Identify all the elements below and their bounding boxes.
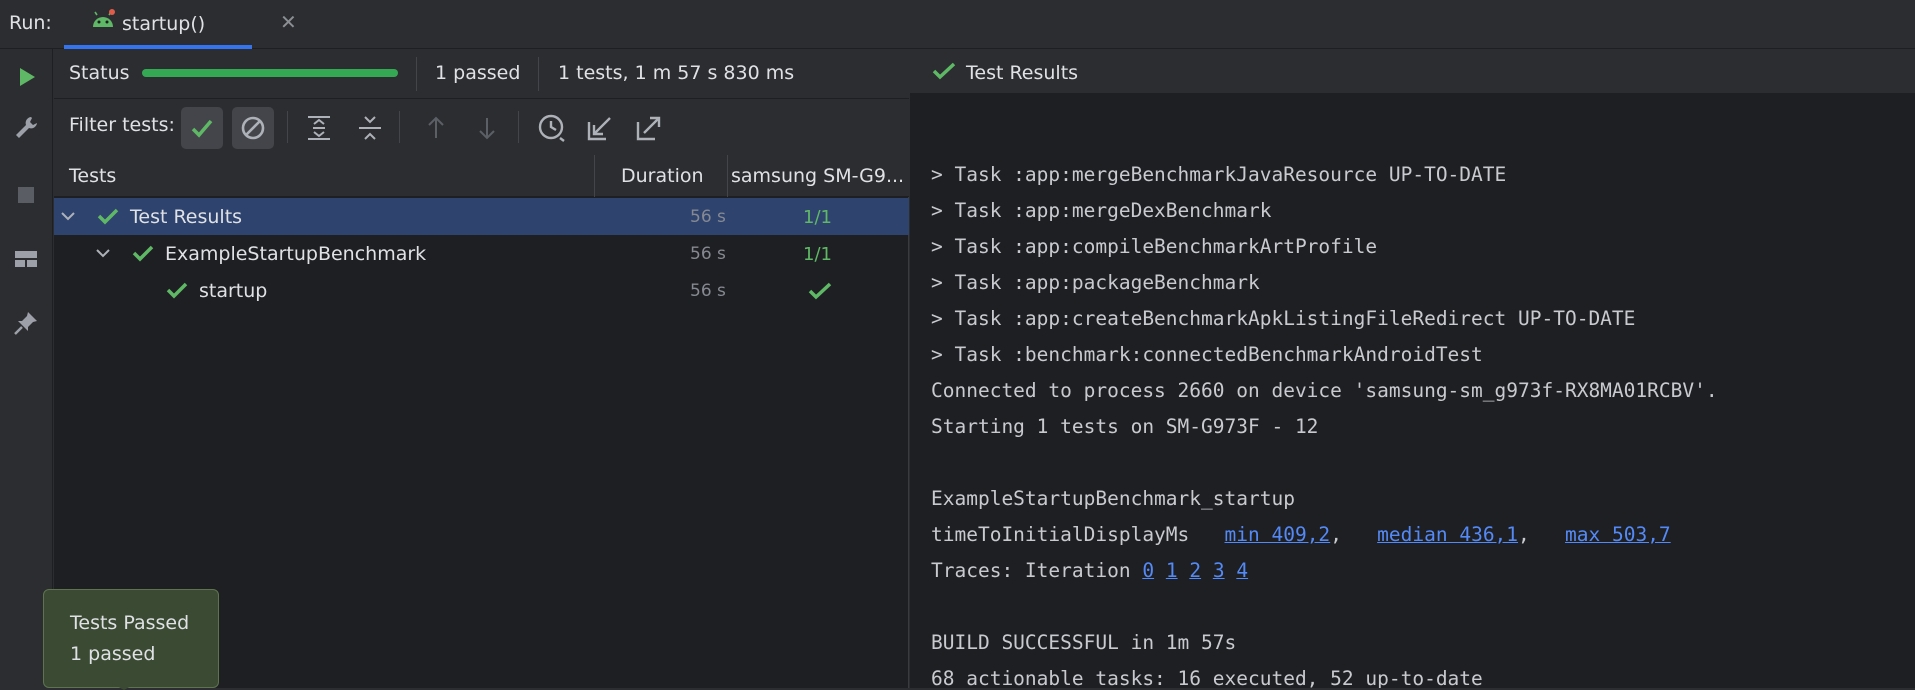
stop-icon[interactable]	[12, 181, 40, 209]
run-label: Run:	[9, 12, 52, 34]
test-progress-fill	[142, 69, 398, 77]
column-duration[interactable]: Duration	[621, 165, 704, 187]
column-divider[interactable]	[594, 155, 595, 197]
metric-separator: ,	[1330, 523, 1378, 546]
metric-max-link[interactable]: max 503,7	[1565, 523, 1671, 546]
layout-icon[interactable]	[12, 245, 40, 273]
collapse-all-icon[interactable]	[354, 112, 386, 144]
history-icon[interactable]	[536, 112, 568, 144]
notification-pointer	[110, 682, 138, 690]
console-line: ExampleStartupBenchmark_startup	[931, 487, 1295, 510]
divider	[399, 111, 400, 143]
status-row: Status 1 passed 1 tests, 1 m 57 s 830 ms	[54, 49, 909, 99]
metric-min-link[interactable]: min 409,2	[1225, 523, 1331, 546]
tests-summary: 1 tests, 1 m 57 s 830 ms	[558, 62, 795, 84]
console-line: > Task :app:createBenchmarkApkListingFil…	[931, 307, 1636, 330]
metric-pad	[1189, 523, 1224, 546]
tree-row-ratio: 1/1	[803, 244, 832, 265]
console-line: > Task :app:mergeBenchmarkJavaResource U…	[931, 163, 1507, 186]
console-line: > Task :app:compileBenchmarkArtProfile	[931, 235, 1378, 258]
tree-row-label: ExampleStartupBenchmark	[165, 243, 427, 265]
console-line: Connected to process 2660 on device 'sam…	[931, 379, 1718, 402]
console-line: > Task :app:mergeDexBenchmark	[931, 199, 1272, 222]
metric-line: timeToInitialDisplayMs min 409,2, median…	[931, 523, 1671, 559]
show-ignored-icon	[241, 116, 265, 140]
console-panel: > Task :app:dexBuilderBenchmark > Task :…	[910, 49, 1915, 688]
export-tests-icon[interactable]	[633, 112, 665, 144]
tab-title: startup()	[122, 13, 206, 35]
show-ignored-button[interactable]	[232, 107, 274, 149]
notification-subtitle: 1 passed	[70, 643, 156, 665]
check-icon	[166, 282, 188, 299]
tree-row-ratio: 1/1	[803, 207, 832, 228]
filter-toolbar: Filter tests:	[54, 99, 909, 155]
run-toolwindow-tabbar: Run: startup() ✕	[0, 0, 1915, 49]
next-test-icon[interactable]	[471, 112, 503, 144]
tree-column-header: Tests Duration samsung SM-G9...	[54, 155, 909, 197]
trace-iteration-link[interactable]: 3	[1213, 559, 1225, 582]
metric-name: timeToInitialDisplayMs	[931, 523, 1190, 546]
column-tests[interactable]: Tests	[69, 165, 116, 187]
divider	[287, 111, 288, 143]
column-divider[interactable]	[727, 155, 728, 197]
import-tests-icon[interactable]	[584, 112, 616, 144]
trace-iteration-link[interactable]: 2	[1189, 559, 1201, 582]
tree-row-test-results[interactable]: Test Results 56 s 1/1	[54, 198, 909, 235]
trace-iteration-link[interactable]: 4	[1236, 559, 1248, 582]
chevron-down-icon[interactable]	[60, 208, 76, 224]
tree-row-duration: 56 s	[690, 207, 726, 227]
console-line: > Task :app:packageBenchmark	[931, 271, 1260, 294]
console-line: Starting 1 tests on SM-G973F - 12	[931, 415, 1319, 438]
metric-median-link[interactable]: median 436,1	[1377, 523, 1518, 546]
divider	[518, 111, 519, 143]
column-device[interactable]: samsung SM-G9...	[731, 165, 907, 187]
console-line: 68 actionable tasks: 16 executed, 52 up-…	[931, 667, 1483, 688]
trace-iteration-link[interactable]: 0	[1142, 559, 1154, 582]
close-icon[interactable]: ✕	[280, 10, 297, 34]
chevron-down-icon[interactable]	[95, 245, 111, 261]
tree-row-label: Test Results	[130, 206, 243, 228]
divider	[416, 57, 417, 91]
status-label: Status	[69, 62, 130, 84]
console-title: Test Results	[966, 62, 1079, 84]
show-passed-button[interactable]	[181, 107, 223, 149]
android-icon	[93, 9, 115, 27]
check-icon	[932, 62, 956, 80]
tree-row-duration: 56 s	[690, 244, 726, 264]
tree-row-duration: 56 s	[690, 281, 726, 301]
device-passed-check-icon	[808, 282, 832, 300]
console-line: > Task :benchmark:connectedBenchmarkAndr…	[931, 343, 1483, 366]
pin-icon[interactable]	[12, 309, 40, 337]
expand-all-icon[interactable]	[303, 112, 335, 144]
rerun-icon[interactable]	[12, 63, 40, 91]
check-icon	[97, 208, 119, 225]
previous-test-icon[interactable]	[420, 112, 452, 144]
show-passed-icon	[191, 119, 213, 138]
console-header: Test Results	[910, 49, 1915, 93]
check-icon	[132, 245, 154, 262]
tests-passed-notification[interactable]: Tests Passed 1 passed	[43, 589, 219, 688]
filter-label: Filter tests:	[69, 114, 175, 136]
metric-separator: ,	[1518, 523, 1566, 546]
tree-row-example-startup-benchmark[interactable]: ExampleStartupBenchmark 56 s 1/1	[54, 235, 909, 272]
traces-label: Traces: Iteration	[931, 559, 1143, 582]
tree-row-startup[interactable]: startup 56 s	[54, 272, 909, 309]
console-line: BUILD SUCCESSFUL in 1m 57s	[931, 631, 1237, 654]
notification-title: Tests Passed	[70, 612, 190, 634]
tree-row-label: startup	[199, 280, 268, 302]
wrench-icon[interactable]	[12, 113, 40, 141]
trace-iteration-link[interactable]: 1	[1166, 559, 1178, 582]
passed-count: 1 passed	[435, 62, 521, 84]
divider	[538, 57, 539, 91]
traces-line: Traces: Iteration 0 1 2 3 4	[931, 559, 1248, 595]
tab-startup[interactable]: startup() ✕	[64, 0, 297, 49]
test-progress-bar	[142, 69, 398, 77]
